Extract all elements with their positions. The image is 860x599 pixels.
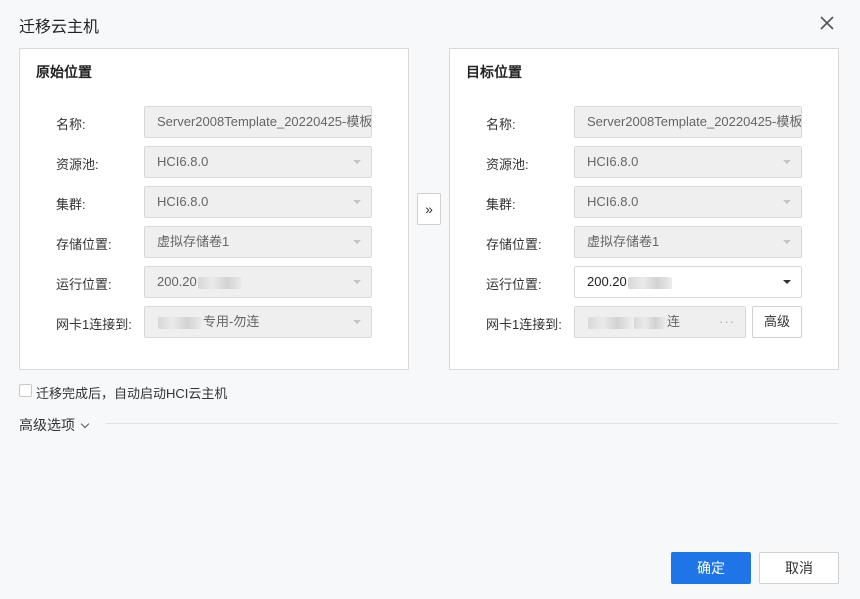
close-icon [820,16,834,30]
chevron-down-icon [80,419,90,429]
target-name-value: Server2008Template_20220425-模板 [587,114,802,129]
source-storage-label: 存储位置: [56,237,112,252]
redacted-blur [627,276,672,289]
source-row-name: 名称: Server2008Template_20220425-模板 [20,106,408,138]
dialog-title: 迁移云主机 [19,19,100,36]
target-host-value: 200.20 [587,274,627,289]
target-cluster-label: 集群: [486,197,516,212]
double-chevron-right-icon: » [425,201,433,217]
dialog: 迁移云主机 原始位置 名称: Server2008Template_202204… [0,0,860,599]
target-host-select[interactable]: 200.20 [574,266,802,298]
source-storage-select: 虚拟存储卷1 [144,226,372,258]
target-storage-select: 虚拟存储卷1 [574,226,802,258]
source-row-cluster: 集群: HCI6.8.0 [20,186,408,218]
source-storage-value: 虚拟存储卷1 [157,234,230,249]
nic-advanced-button[interactable]: 高级 [752,306,802,338]
redacted-blur [158,316,202,329]
redacted-blur [634,316,666,329]
target-storage-label: 存储位置: [486,237,542,252]
advanced-options-label: 高级选项 [19,417,75,433]
more-icon: ··· [719,314,735,329]
target-row-host: 运行位置: 200.20 [450,266,838,298]
target-storage-value: 虚拟存储卷1 [587,234,660,249]
chevron-down-icon [783,200,791,204]
source-nic-select: 专用-勿连 [144,306,372,338]
target-row-pool: 资源池: HCI6.8.0 [450,146,838,178]
target-panel-title: 目标位置 [466,64,522,80]
target-row-cluster: 集群: HCI6.8.0 [450,186,838,218]
chevron-down-icon [353,200,361,204]
redacted-blur [588,316,632,329]
source-pool-label: 资源池: [56,157,99,172]
source-name-label: 名称: [56,117,86,132]
target-pool-value: HCI6.8.0 [587,154,639,169]
move-right-button[interactable]: » [417,193,441,225]
source-panel-title: 原始位置 [36,64,92,80]
target-panel: 目标位置 名称: Server2008Template_20220425-模板 … [449,48,839,370]
advanced-options-toggle[interactable]: 高级选项 [19,415,90,435]
source-cluster-value: HCI6.8.0 [157,194,209,209]
source-row-host: 运行位置: 200.20 [20,266,408,298]
source-host-value: 200.20 [157,274,197,289]
source-host-label: 运行位置: [56,277,112,292]
source-nic-label: 网卡1连接到: [56,317,132,332]
auto-start-checkbox[interactable] [19,384,32,397]
source-cluster-label: 集群: [56,197,86,212]
source-name-field: Server2008Template_20220425-模板 [144,106,372,138]
close-button[interactable] [816,12,838,34]
target-nic-value: 连 [667,314,681,329]
source-pool-value: HCI6.8.0 [157,154,209,169]
source-name-value: Server2008Template_20220425-模板 [157,114,372,129]
source-row-pool: 资源池: HCI6.8.0 [20,146,408,178]
chevron-down-icon [783,240,791,244]
target-row-nic: 网卡1连接到: 连 ··· 高级 [450,306,838,338]
source-row-nic: 网卡1连接到: 专用-勿连 [20,306,408,338]
target-nic-field[interactable]: 连 ··· [574,306,746,338]
target-pool-label: 资源池: [486,157,529,172]
confirm-button[interactable]: 确定 [671,552,751,584]
target-name-field: Server2008Template_20220425-模板 [574,106,802,138]
divider [106,423,838,424]
source-nic-value: 专用-勿连 [203,314,260,329]
target-nic-label: 网卡1连接到: [486,317,562,332]
source-host-select: 200.20 [144,266,372,298]
source-pool-select: HCI6.8.0 [144,146,372,178]
chevron-down-icon [783,280,791,284]
target-name-label: 名称: [486,117,516,132]
redacted-blur [197,276,242,289]
target-host-label: 运行位置: [486,277,542,292]
auto-start-label: 迁移完成后，自动启动HCI云主机 [36,386,228,401]
target-pool-select: HCI6.8.0 [574,146,802,178]
target-cluster-select: HCI6.8.0 [574,186,802,218]
source-panel: 原始位置 名称: Server2008Template_20220425-模板 … [19,48,409,370]
chevron-down-icon [783,160,791,164]
target-cluster-value: HCI6.8.0 [587,194,639,209]
chevron-down-icon [353,160,361,164]
source-row-storage: 存储位置: 虚拟存储卷1 [20,226,408,258]
target-row-name: 名称: Server2008Template_20220425-模板 [450,106,838,138]
target-row-storage: 存储位置: 虚拟存储卷1 [450,226,838,258]
chevron-down-icon [353,320,361,324]
cancel-button[interactable]: 取消 [759,552,839,584]
chevron-down-icon [353,240,361,244]
chevron-down-icon [353,280,361,284]
source-cluster-select: HCI6.8.0 [144,186,372,218]
